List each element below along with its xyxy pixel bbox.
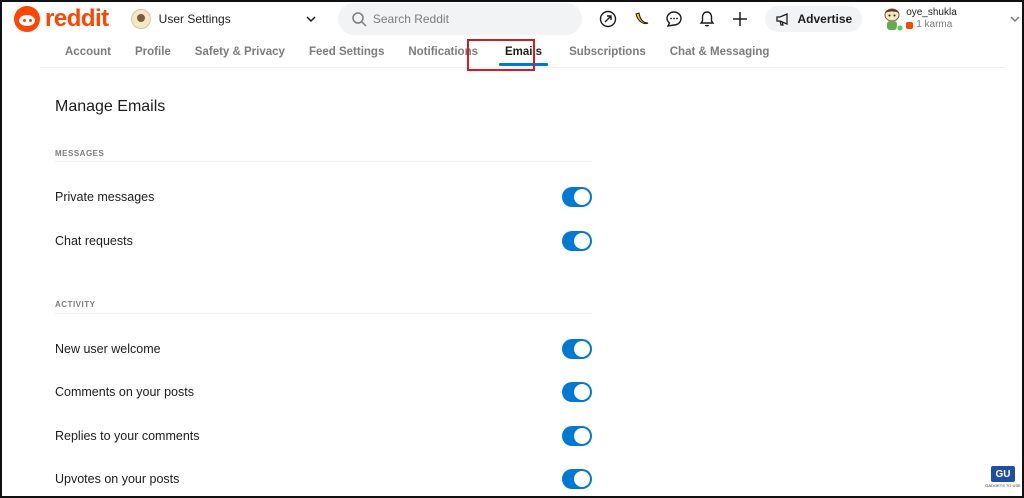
watermark-text: GADGETS TO USE bbox=[985, 483, 1021, 488]
advertise-button[interactable]: Advertise bbox=[765, 6, 863, 32]
megaphone-icon bbox=[776, 13, 789, 26]
top-header: reddit User Settings Advertise bbox=[2, 2, 1022, 36]
community-switcher[interactable]: User Settings bbox=[130, 5, 318, 33]
popular-button[interactable] bbox=[596, 7, 620, 31]
reddit-logo[interactable]: reddit bbox=[14, 5, 109, 33]
watermark-logo: GU GADGETS TO USE bbox=[985, 466, 1021, 492]
search-input[interactable] bbox=[372, 12, 573, 26]
trending-arrow-icon bbox=[600, 10, 617, 28]
logo-text: reddit bbox=[45, 5, 109, 32]
create-post-button[interactable] bbox=[728, 7, 752, 31]
tab-feed-settings[interactable]: Feed Settings bbox=[297, 36, 396, 68]
toggle-knob bbox=[574, 428, 590, 444]
tab-safety-privacy[interactable]: Safety & Privacy bbox=[183, 36, 297, 68]
setting-row-comments-on-posts: Comments on your posts bbox=[55, 380, 592, 404]
replies-to-comments-toggle[interactable] bbox=[562, 426, 592, 446]
chat-requests-toggle[interactable] bbox=[562, 231, 592, 251]
user-avatar bbox=[880, 6, 904, 32]
toggle-knob bbox=[574, 189, 590, 205]
bell-icon bbox=[700, 11, 715, 27]
new-user-welcome-toggle[interactable] bbox=[562, 339, 592, 359]
chat-bubble-icon bbox=[666, 11, 683, 27]
section-label-messages: MESSAGES bbox=[55, 149, 105, 158]
header-icons: Advertise bbox=[596, 6, 863, 32]
tab-subscriptions[interactable]: Subscriptions bbox=[557, 36, 658, 68]
setting-label: Upvotes on your posts bbox=[55, 472, 180, 486]
advertise-label: Advertise bbox=[797, 12, 853, 26]
setting-row-upvotes-on-posts: Upvotes on your posts bbox=[55, 467, 592, 491]
page-title: Manage Emails bbox=[55, 98, 166, 115]
chat-button[interactable] bbox=[662, 7, 686, 31]
setting-row-replies-to-comments: Replies to your comments bbox=[55, 424, 592, 448]
private-messages-toggle[interactable] bbox=[562, 187, 592, 207]
tab-emails[interactable]: Emails bbox=[490, 36, 557, 68]
username: oye_shukla bbox=[906, 7, 957, 18]
setting-row-new-user-welcome: New user welcome bbox=[55, 337, 592, 361]
coins-button[interactable] bbox=[629, 7, 653, 31]
user-menu[interactable]: oye_shukla 1 karma bbox=[880, 6, 1022, 32]
comments-on-posts-toggle[interactable] bbox=[562, 382, 592, 402]
community-label: User Settings bbox=[158, 12, 231, 26]
setting-row-private-messages: Private messages bbox=[55, 185, 592, 209]
plus-icon bbox=[733, 12, 748, 26]
watermark-mark: GU bbox=[991, 466, 1015, 482]
reddit-alien-icon bbox=[14, 6, 40, 32]
chevron-down-icon bbox=[1010, 16, 1020, 23]
snoo-avatar-icon bbox=[884, 8, 904, 32]
setting-label: New user welcome bbox=[55, 342, 161, 356]
karma-line: 1 karma bbox=[906, 19, 1008, 31]
tab-profile[interactable]: Profile bbox=[123, 36, 183, 68]
toggle-knob bbox=[574, 233, 590, 249]
setting-label: Comments on your posts bbox=[55, 385, 194, 399]
toggle-knob bbox=[574, 384, 590, 400]
search-bar[interactable] bbox=[337, 3, 583, 35]
setting-label: Replies to your comments bbox=[55, 429, 200, 443]
tab-chat-messaging[interactable]: Chat & Messaging bbox=[658, 36, 782, 68]
upvotes-on-posts-toggle[interactable] bbox=[562, 469, 592, 489]
banana-icon bbox=[635, 12, 649, 25]
toggle-knob bbox=[574, 341, 590, 357]
section-divider bbox=[55, 161, 592, 162]
tab-account[interactable]: Account bbox=[40, 36, 123, 68]
setting-label: Chat requests bbox=[55, 234, 133, 248]
tab-notifications[interactable]: Notifications bbox=[396, 36, 490, 68]
karma-count: 1 karma bbox=[916, 19, 953, 30]
settings-tabs: Account Profile Safety & Privacy Feed Se… bbox=[40, 36, 1005, 68]
search-icon bbox=[352, 12, 367, 27]
setting-row-chat-requests: Chat requests bbox=[55, 229, 592, 253]
notifications-button[interactable] bbox=[695, 7, 719, 31]
section-label-activity: ACTIVITY bbox=[55, 300, 96, 309]
toggle-knob bbox=[574, 471, 590, 487]
user-meta: oye_shukla 1 karma bbox=[906, 7, 1008, 31]
setting-label: Private messages bbox=[55, 190, 155, 204]
settings-avatar-icon bbox=[130, 9, 151, 29]
karma-icon bbox=[906, 21, 914, 29]
section-divider bbox=[55, 313, 592, 314]
chevron-down-icon bbox=[306, 16, 316, 23]
